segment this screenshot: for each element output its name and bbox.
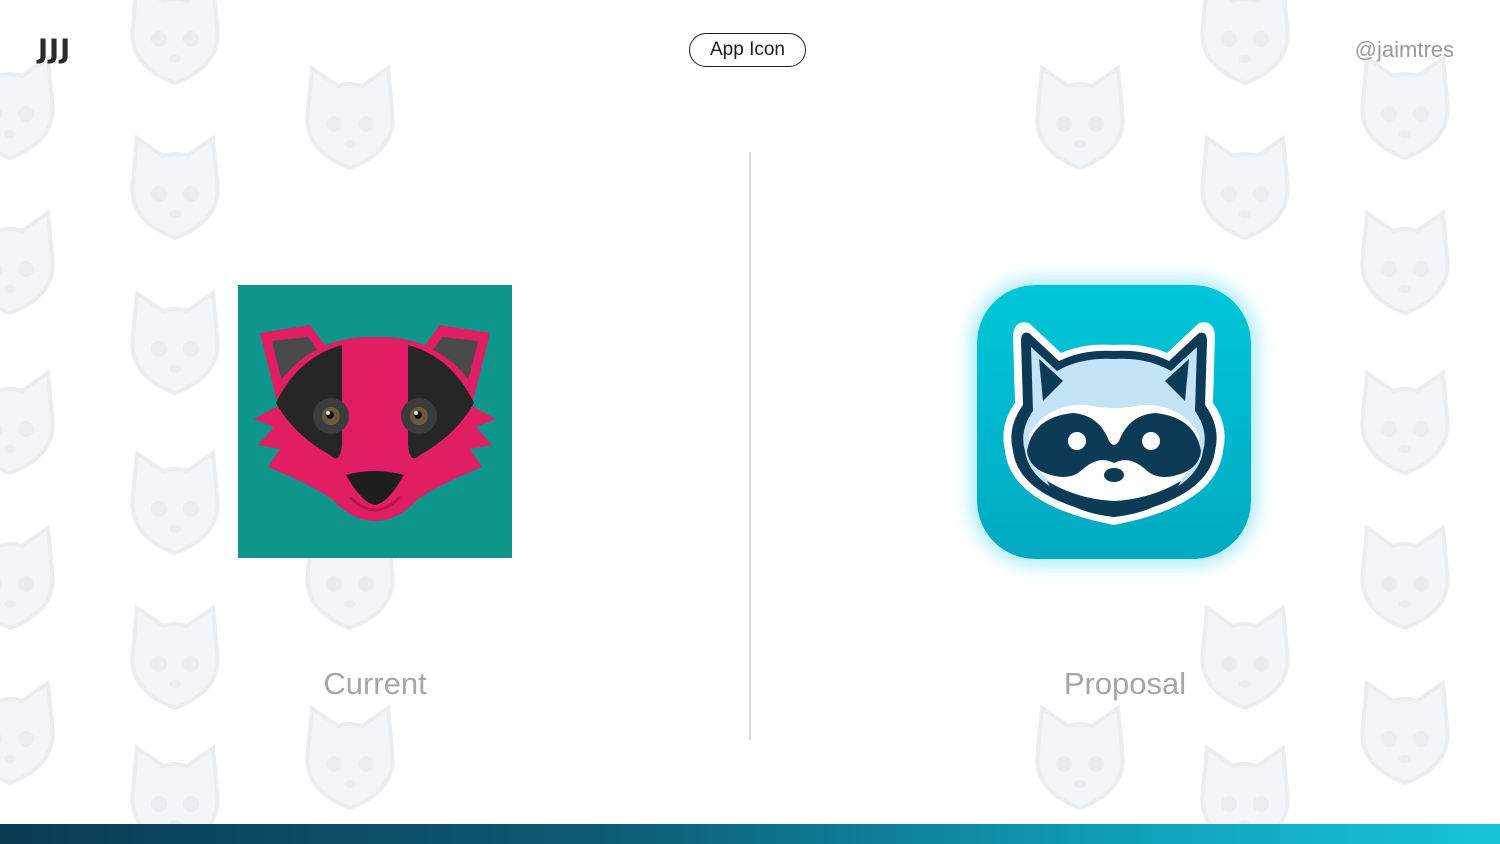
bottom-gradient-bar <box>0 824 1500 844</box>
comparison-divider <box>749 152 751 740</box>
raccoon-face-icon <box>977 285 1251 559</box>
brand-logo: JJJ <box>38 34 72 65</box>
badger-face-icon <box>238 285 512 558</box>
author-handle: @jaimtres <box>1354 37 1454 62</box>
current-caption: Current <box>323 666 427 701</box>
section-label-pill: App Icon <box>689 33 806 67</box>
proposal-caption: Proposal <box>1063 666 1187 701</box>
